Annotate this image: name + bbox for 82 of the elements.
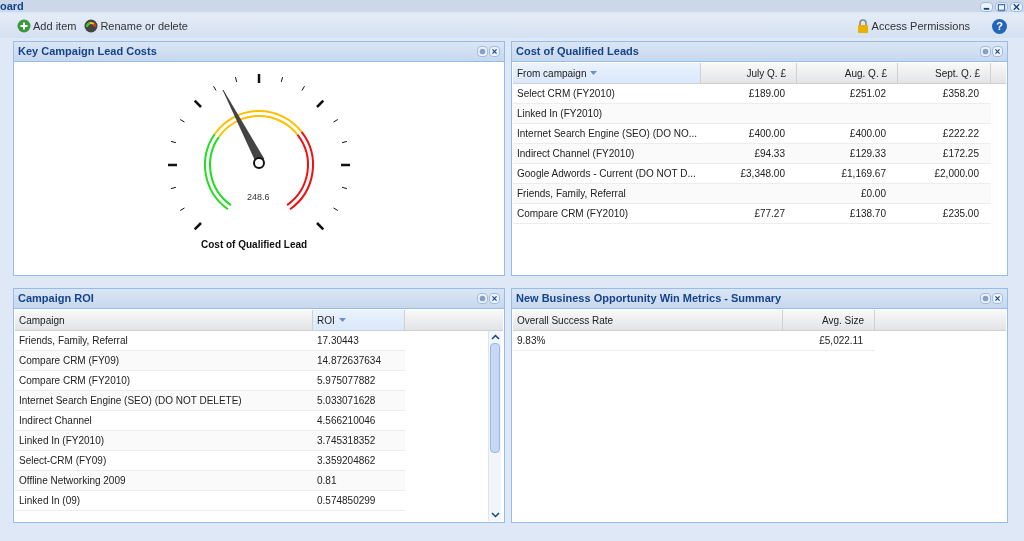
panel-title: Key Campaign Lead Costs [18, 44, 157, 60]
table-cell-text: Indirect Channel (FY2010) [517, 147, 635, 161]
table-row[interactable]: Linked In (FY2010) [513, 104, 991, 124]
table-cell-text: Google Adwords - Current (DO NOT D... [517, 167, 696, 181]
table-cell-text: £129.33 [849, 147, 886, 161]
column-header[interactable]: ROI [313, 310, 405, 330]
table-cell-text: £222.22 [942, 127, 979, 141]
toolbar-button[interactable]: Rename or delete [84, 17, 188, 35]
table-cell-text: £94.33 [754, 147, 785, 161]
table-cell-text: Internet Search Engine (SEO) (DO NO... [517, 127, 698, 141]
table-cell-text: 0.81 [317, 474, 337, 488]
table-row[interactable]: Linked In (FY2010) 3.745318352 [15, 431, 405, 451]
table-cell-text: Linked In (09) [19, 494, 81, 508]
table-cell-text: Compare CRM (FY2010) [19, 374, 131, 388]
table-cell-text: Friends, Family, Referral [517, 187, 626, 201]
table-cell-text: Indirect Channel [19, 414, 92, 428]
table-cell-text: 5.975077882 [317, 374, 376, 388]
table-cell-text: 3.745318352 [317, 434, 376, 448]
table-cell-text: £358.20 [942, 87, 979, 101]
table-cell-text: £189.00 [748, 87, 785, 101]
gauge-title: Cost of Qualified Lead [201, 238, 308, 252]
column-header[interactable]: Aug. Q. £ [797, 63, 898, 83]
gauge-value: 248.6 [247, 191, 270, 204]
column-header[interactable]: From campaign [513, 63, 701, 83]
table-cell-text: £400.00 [849, 127, 886, 141]
table-cell-text: Friends, Family, Referral [19, 334, 128, 348]
close-icon[interactable] [992, 46, 1003, 57]
column-header[interactable]: Sept. Q. £ [898, 63, 991, 83]
table-cell-text: £0.00 [860, 187, 886, 201]
table-cell-text: £138.70 [849, 207, 886, 221]
lock-icon [855, 19, 870, 33]
table-cell-text: £400.00 [748, 127, 785, 141]
table-cell-text: Internet Search Engine (SEO) (DO NOT DELETE) [19, 394, 242, 408]
sort-arrow-icon [338, 318, 346, 322]
table-row[interactable]: Offline Networking 2009 0.81 [15, 471, 405, 491]
table-cell-text: £2,000.00 [934, 167, 979, 181]
table-cell-text: 5.033071628 [317, 394, 376, 408]
table-cell-text: 9.83% [517, 334, 546, 348]
toolbar-button[interactable]: Access Permissions [855, 17, 970, 35]
help-button[interactable]: ? [992, 18, 1007, 34]
column-header[interactable]: Avg. Size [783, 310, 875, 330]
table-row[interactable]: Internet Search Engine (SEO) (DO NOT DELETE) 5.033071628 [15, 391, 405, 411]
toolbar-button[interactable]: Add item [17, 17, 77, 35]
table-cell-text: Linked In (FY2010) [19, 434, 105, 448]
table-row[interactable]: Friends, Family, Referral £0.00 [513, 184, 991, 204]
table-cell-text: £235.00 [942, 207, 979, 221]
table-cell-text: £77.27 [754, 207, 785, 221]
panel-title: New Business Opportunity Win Metrics - Summary [516, 291, 782, 307]
table-cell-text: 3.359204862 [317, 454, 376, 468]
table-cell-text: 14.872637634 [317, 354, 381, 368]
panel-title: Cost of Qualified Leads [516, 44, 639, 60]
table-cell-text: 4.566210046 [317, 414, 376, 428]
close-icon[interactable] [489, 293, 500, 304]
scrollbar[interactable] [488, 331, 501, 521]
table-cell-text: Compare CRM (FY09) [19, 354, 120, 368]
close-icon[interactable] [992, 293, 1003, 304]
maximize-button[interactable] [995, 2, 1008, 12]
table-cell-text: £251.02 [849, 87, 886, 101]
column-header[interactable]: July Q. £ [701, 63, 797, 83]
table-cell-text: £1,169.67 [841, 167, 886, 181]
table-cell-text: Compare CRM (FY2010) [517, 207, 629, 221]
add-icon [17, 19, 31, 33]
table-cell-text: £172.25 [942, 147, 979, 161]
table-cell-text: 0.574850299 [317, 494, 376, 508]
panel-title: Campaign ROI [18, 291, 94, 307]
table-cell-text: 17.30443 [317, 334, 359, 348]
table-cell-text: Offline Networking 2009 [19, 474, 126, 488]
table-row[interactable]: Compare CRM (FY09) 14.872637634 [15, 351, 405, 371]
window-title: oard [0, 0, 24, 12]
scroll-down-icon[interactable] [489, 509, 502, 521]
column-header[interactable]: Overall Success Rate [513, 310, 783, 330]
table-cell-text: £5,022.11 [819, 334, 863, 348]
sort-arrow-icon [590, 71, 598, 75]
table-cell-text: £3,348.00 [740, 167, 785, 181]
close-button[interactable] [1010, 2, 1023, 12]
minimize-button[interactable] [980, 2, 993, 12]
gauge-icon [84, 19, 99, 33]
close-icon[interactable] [489, 46, 500, 57]
table-cell-text: Select-CRM (FY09) [19, 454, 107, 468]
table-cell-text: Select CRM (FY2010) [517, 87, 615, 101]
table-row[interactable]: Indirect Channel (FY2010) £94.33 £129.33 £172.25 [513, 144, 991, 164]
table-cell-text: Linked In (FY2010) [517, 107, 603, 121]
